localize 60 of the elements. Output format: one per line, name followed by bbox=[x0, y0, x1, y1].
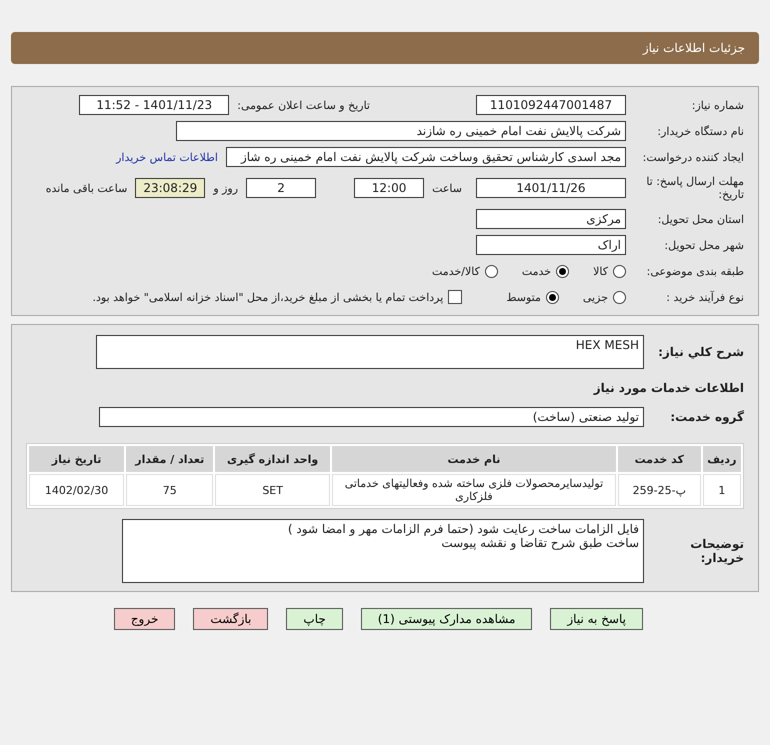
service-group-field: تولید صنعتی (ساخت) bbox=[99, 407, 644, 427]
page-title: جزئیات اطلاعات نیاز bbox=[642, 41, 745, 55]
field-label: استان محل تحویل: bbox=[656, 212, 744, 226]
table-cell: 1 bbox=[702, 474, 741, 506]
action-button[interactable]: پاسخ به نیاز bbox=[550, 608, 643, 630]
days-field: 2 bbox=[246, 178, 316, 198]
column-header: تاریخ نیاز bbox=[29, 446, 124, 472]
table-cell: پ-25-259 bbox=[618, 474, 701, 506]
radio-button[interactable] bbox=[613, 290, 626, 304]
radio-label: کالا bbox=[593, 264, 608, 278]
table-cell: تولیدسایرمحصولات فلزی ساخته شده وفعالیتهای خدماتی فلزکاری bbox=[332, 474, 616, 506]
field-label: طبقه بندی موضوعی: bbox=[646, 264, 744, 278]
contact-link[interactable]: اطلاعات تماس خریدار bbox=[116, 150, 218, 164]
radio-button[interactable] bbox=[613, 264, 626, 278]
radio-button[interactable] bbox=[484, 264, 498, 278]
buyer-field: شرکت پالایش نفت امام خمینی ره شازند bbox=[176, 121, 626, 141]
announce-date-field: 1401/11/23 - 11:52 bbox=[79, 95, 230, 115]
field-label: شهر محل تحویل: bbox=[663, 238, 744, 252]
deadline-date-field: 1401/11/26 bbox=[476, 178, 626, 198]
table-cell: 1402/02/30 bbox=[29, 474, 124, 506]
deadline-time-field: 12:00 bbox=[354, 178, 424, 198]
radio-label: خدمت bbox=[522, 264, 552, 278]
field-label: مهلت ارسال پاسخ: تا تاریخ: bbox=[645, 175, 744, 201]
checkbox[interactable] bbox=[448, 290, 462, 304]
action-button[interactable]: بازگشت bbox=[193, 608, 268, 630]
field-label: شرح کلي نياز: bbox=[657, 345, 744, 359]
radio-label: متوسط bbox=[506, 290, 541, 304]
field-label: شماره نیاز: bbox=[690, 98, 744, 112]
radio-button[interactable] bbox=[556, 264, 570, 278]
need-number-field: 1101092447001487 bbox=[476, 95, 626, 115]
field-label: گروه خدمت: bbox=[669, 410, 744, 424]
action-button[interactable]: چاپ bbox=[286, 608, 343, 630]
table-cell: 75 bbox=[126, 474, 214, 506]
action-button[interactable]: خروج bbox=[114, 608, 176, 630]
column-header: کد خدمت bbox=[618, 446, 701, 472]
days-label: روز و bbox=[213, 182, 238, 194]
field-label: نام دستگاه خریدار: bbox=[656, 124, 744, 138]
column-header: واحد اندازه گیری bbox=[215, 446, 330, 472]
checkbox-label: پرداخت تمام یا بخشی از مبلغ خرید،از محل "اسناد خزانه اسلامی" خواهد بود. bbox=[92, 290, 444, 304]
field-label: ایجاد کننده درخواست: bbox=[642, 150, 744, 164]
radio-label: کالا/خدمت bbox=[432, 264, 480, 278]
remaining-time-field: 23:08:29 bbox=[135, 178, 206, 198]
radio-label: جزیی bbox=[582, 290, 608, 304]
table-cell: SET bbox=[215, 474, 330, 506]
column-header: ردیف bbox=[702, 446, 741, 472]
city-field: اراک bbox=[476, 235, 626, 255]
description-field: HEX MESH bbox=[96, 335, 644, 369]
radio-button[interactable] bbox=[546, 290, 559, 304]
section-heading: اطلاعات خدمات مورد نیاز bbox=[594, 381, 744, 395]
column-header: نام خدمت bbox=[332, 446, 616, 472]
column-header: تعداد / مقدار bbox=[126, 446, 214, 472]
remaining-label: ساعت باقی مانده bbox=[46, 182, 128, 194]
field-label: توضیحات خریدار: bbox=[689, 537, 744, 565]
province-field: مرکزی bbox=[476, 209, 626, 229]
buyer-notes-field: فایل الزامات ساخت رعایت شود (حتما فرم الزامات مهر و امضا شود ) ساخت طبق شرح تقاضا و نقشه پیوست bbox=[122, 519, 644, 583]
requester-field: مجد اسدی کارشناس تحقیق وساخت شرکت پالایش نفت امام خمینی ره شاز bbox=[226, 147, 626, 167]
time-label: ساعت bbox=[432, 182, 462, 194]
field-label: نوع فرآیند خرید : bbox=[665, 290, 744, 304]
action-button[interactable]: مشاهده مدارک پیوستی (1) bbox=[360, 608, 532, 630]
field-label: تاریخ و ساعت اعلان عمومی: bbox=[237, 98, 370, 112]
